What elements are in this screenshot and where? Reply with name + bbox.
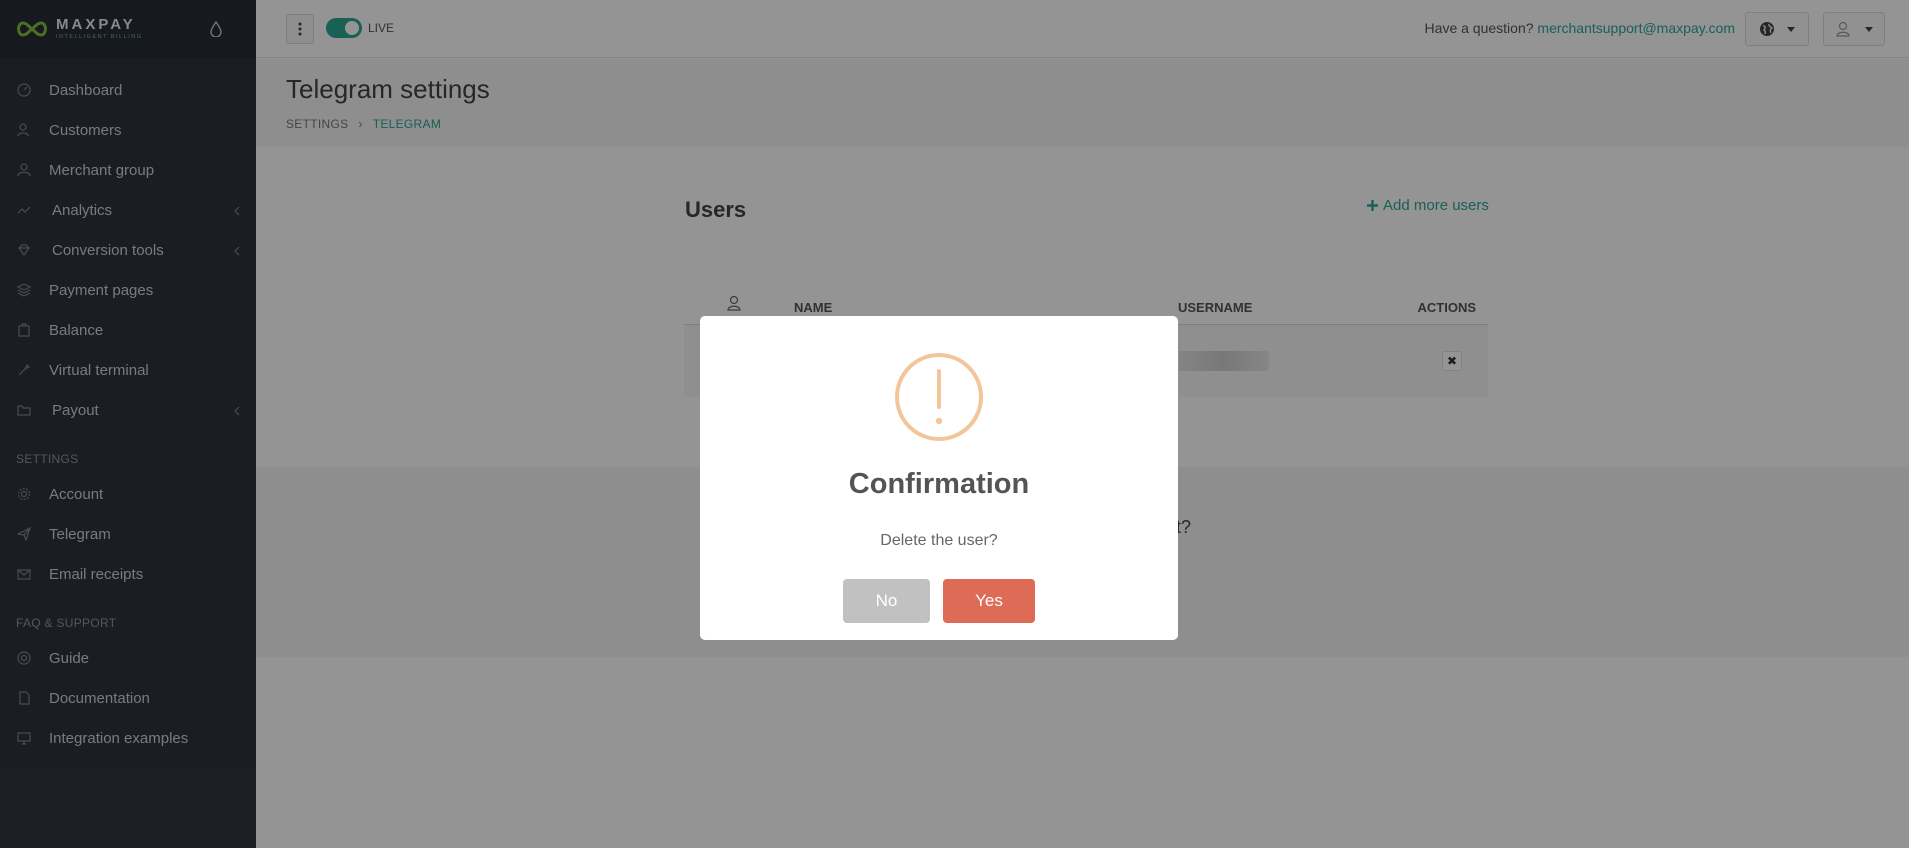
warning-icon (895, 353, 983, 441)
no-button[interactable]: No (843, 579, 930, 623)
yes-button[interactable]: Yes (943, 579, 1035, 623)
modal-message: Delete the user? (880, 532, 998, 549)
modal-title: Confirmation (848, 468, 1030, 500)
confirmation-modal: Confirmation Delete the user? No Yes (700, 316, 1178, 640)
